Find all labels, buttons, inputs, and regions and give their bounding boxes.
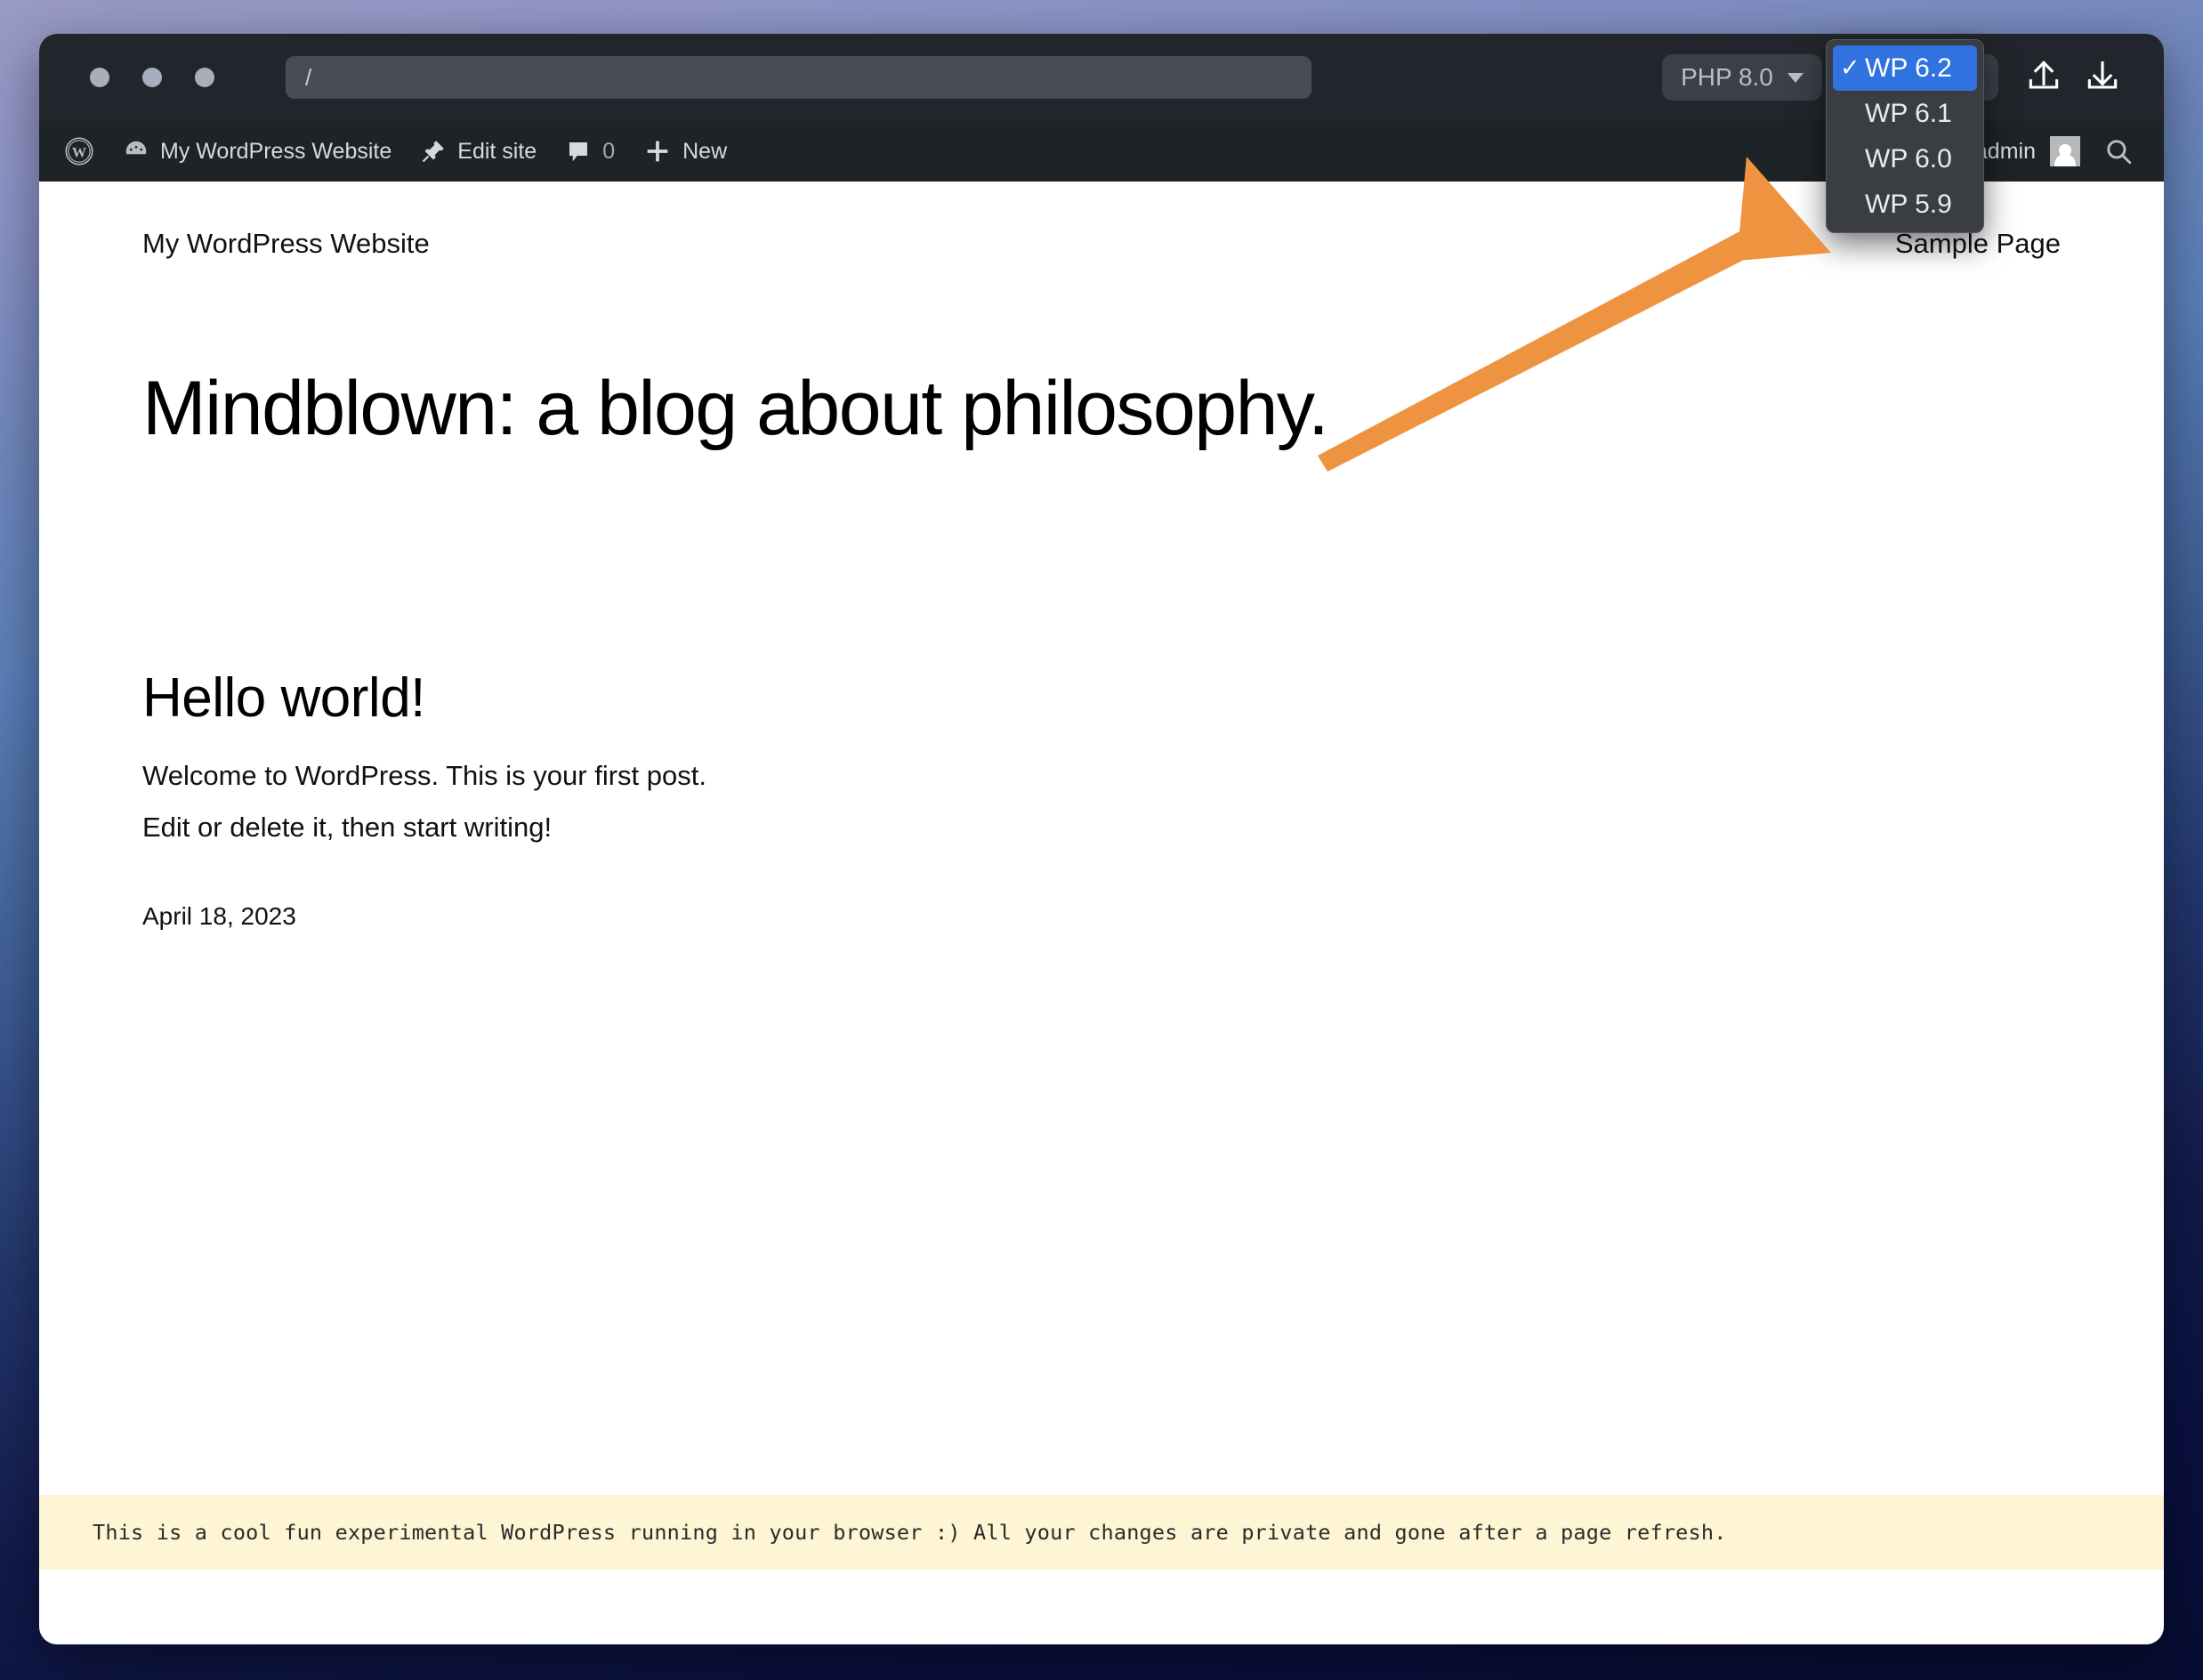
admin-bar-user-label: admin (1974, 138, 2036, 164)
comment-icon (569, 142, 588, 162)
admin-bar-edit-site-label: Edit site (457, 138, 537, 164)
minimize-window-button[interactable] (142, 68, 162, 87)
admin-bar-new-label: New (682, 138, 728, 164)
playground-notice: This is a cool fun experimental WordPres… (39, 1495, 2164, 1570)
site-title[interactable]: My WordPress Website (142, 228, 430, 260)
playground-notice-text: This is a cool fun experimental WordPres… (93, 1520, 1727, 1545)
admin-bar-site-name-label: My WordPress Website (160, 138, 392, 164)
wp-version-option-label: WP 6.0 (1865, 143, 1952, 174)
plus-icon (647, 141, 668, 162)
search-icon (2107, 140, 2132, 165)
pin-icon (423, 141, 445, 163)
avatar (2050, 136, 2080, 166)
svg-text:W: W (72, 144, 87, 161)
site-content: My WordPress Website Sample Page Mindblo… (39, 182, 2164, 1570)
admin-bar-search-button[interactable] (2098, 121, 2139, 182)
admin-bar-new[interactable]: New (629, 121, 741, 182)
php-version-label: PHP 8.0 (1681, 63, 1773, 91)
admin-bar-comment-count: 0 (602, 138, 616, 164)
dashboard-icon (125, 141, 147, 155)
close-window-button[interactable] (90, 68, 109, 87)
post-date: April 18, 2023 (142, 901, 296, 930)
check-icon: ✓ (1840, 54, 1860, 81)
wp-version-option-label: WP 6.1 (1865, 98, 1952, 128)
upload-icon (2029, 61, 2059, 89)
admin-bar-comments[interactable]: 0 (551, 121, 629, 182)
traffic-light-buttons (90, 68, 214, 87)
wp-version-option-2[interactable]: WP 6.0 (1833, 136, 1977, 182)
admin-bar-edit-site[interactable]: Edit site (406, 121, 551, 182)
site-tagline: Mindblown: a blog about philosophy. (142, 366, 1329, 451)
post-entry: Hello world! Welcome to WordPress. This … (142, 666, 2164, 931)
wp-version-option-label: WP 6.2 (1865, 52, 1952, 83)
wp-version-menu[interactable]: ✓ WP 6.2 WP 6.1 WP 6.0 WP 5.9 (1826, 39, 1984, 233)
admin-bar-site-name[interactable]: My WordPress Website (109, 121, 406, 182)
post-excerpt-line-1: Welcome to WordPress. This is your first… (142, 760, 706, 791)
wordpress-logo-icon: W (65, 137, 93, 166)
post-excerpt-line-2: Edit or delete it, then start writing! (142, 811, 553, 843)
php-version-select[interactable]: PHP 8.0 (1662, 54, 1822, 101)
download-button[interactable] (2073, 48, 2132, 107)
wp-version-option-1[interactable]: WP 6.1 (1833, 91, 1977, 136)
wp-version-option-label: WP 5.9 (1865, 189, 1952, 219)
chevron-down-icon (1787, 72, 1804, 83)
download-icon (2087, 61, 2118, 89)
browser-window: / PHP 8.0 WP 6.2 (39, 34, 2164, 1644)
admin-bar-user-account[interactable]: admin (1975, 121, 2080, 182)
address-value: / (305, 63, 312, 91)
maximize-window-button[interactable] (195, 68, 214, 87)
address-input[interactable]: / (286, 56, 1311, 99)
admin-bar-right: admin (1975, 121, 2139, 182)
upload-button[interactable] (2014, 48, 2073, 107)
wp-version-option-0[interactable]: ✓ WP 6.2 (1833, 45, 1977, 91)
wp-version-option-3[interactable]: WP 5.9 (1833, 182, 1977, 227)
post-title[interactable]: Hello world! (142, 666, 2164, 730)
admin-bar-wp-logo[interactable]: W (39, 121, 109, 182)
